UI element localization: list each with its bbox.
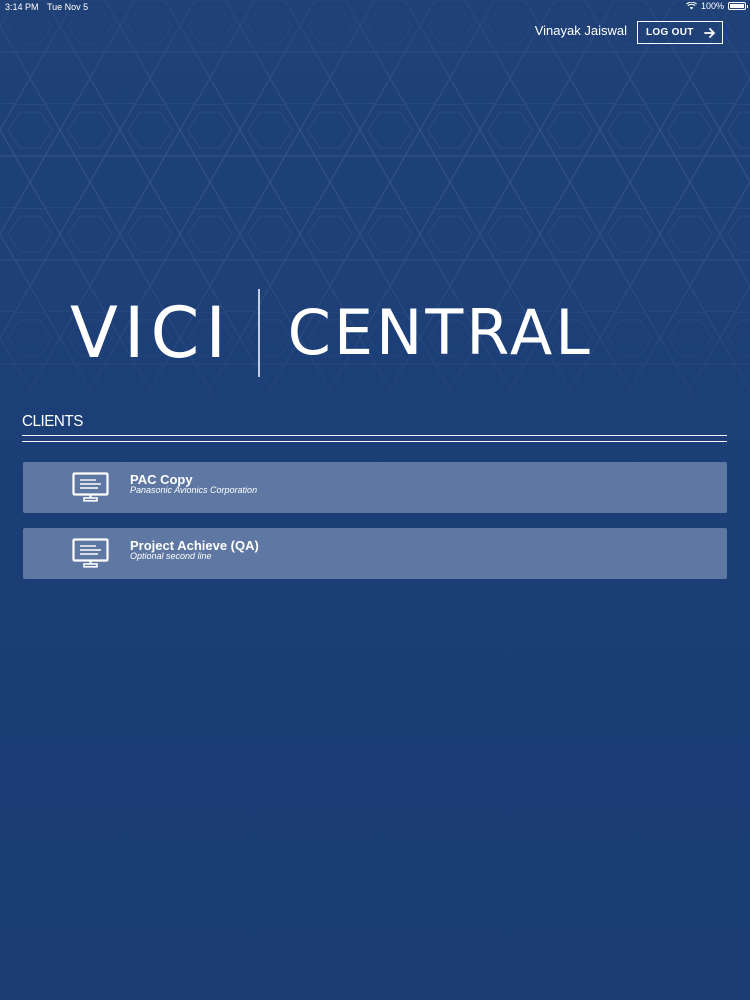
status-time: 3:14 PM bbox=[5, 2, 39, 12]
logout-label: LOG OUT bbox=[646, 27, 694, 38]
status-bar: 3:14 PM Tue Nov 5 100% bbox=[0, 0, 750, 14]
logo-vici: VICI bbox=[70, 292, 233, 374]
clients-section-header: CLIENTS bbox=[22, 413, 727, 442]
client-subtitle: Optional second line bbox=[130, 551, 212, 561]
section-title: CLIENTS bbox=[22, 413, 83, 430]
status-date: Tue Nov 5 bbox=[47, 2, 89, 12]
logo-divider bbox=[258, 289, 260, 377]
client-list: PAC Copy Panasonic Avionics Corporation … bbox=[23, 462, 727, 594]
arrow-right-icon bbox=[704, 27, 716, 38]
section-divider bbox=[22, 435, 727, 442]
user-name: Vinayak Jaiswal bbox=[534, 23, 627, 38]
monitor-icon bbox=[72, 472, 109, 502]
app-logo: VICI CENTRAL bbox=[70, 287, 682, 379]
logout-button[interactable]: LOG OUT bbox=[637, 21, 723, 44]
battery-icon bbox=[728, 2, 748, 10]
logo-central: CENTRAL bbox=[287, 296, 593, 369]
client-item-project-achieve[interactable]: Project Achieve (QA) Optional second lin… bbox=[23, 528, 727, 579]
client-item-pac-copy[interactable]: PAC Copy Panasonic Avionics Corporation bbox=[23, 462, 727, 513]
wifi-icon bbox=[685, 2, 697, 10]
client-subtitle: Panasonic Avionics Corporation bbox=[130, 485, 258, 495]
status-indicators: 100% bbox=[685, 1, 748, 11]
monitor-icon bbox=[72, 538, 109, 568]
battery-percent: 100% bbox=[700, 1, 724, 11]
